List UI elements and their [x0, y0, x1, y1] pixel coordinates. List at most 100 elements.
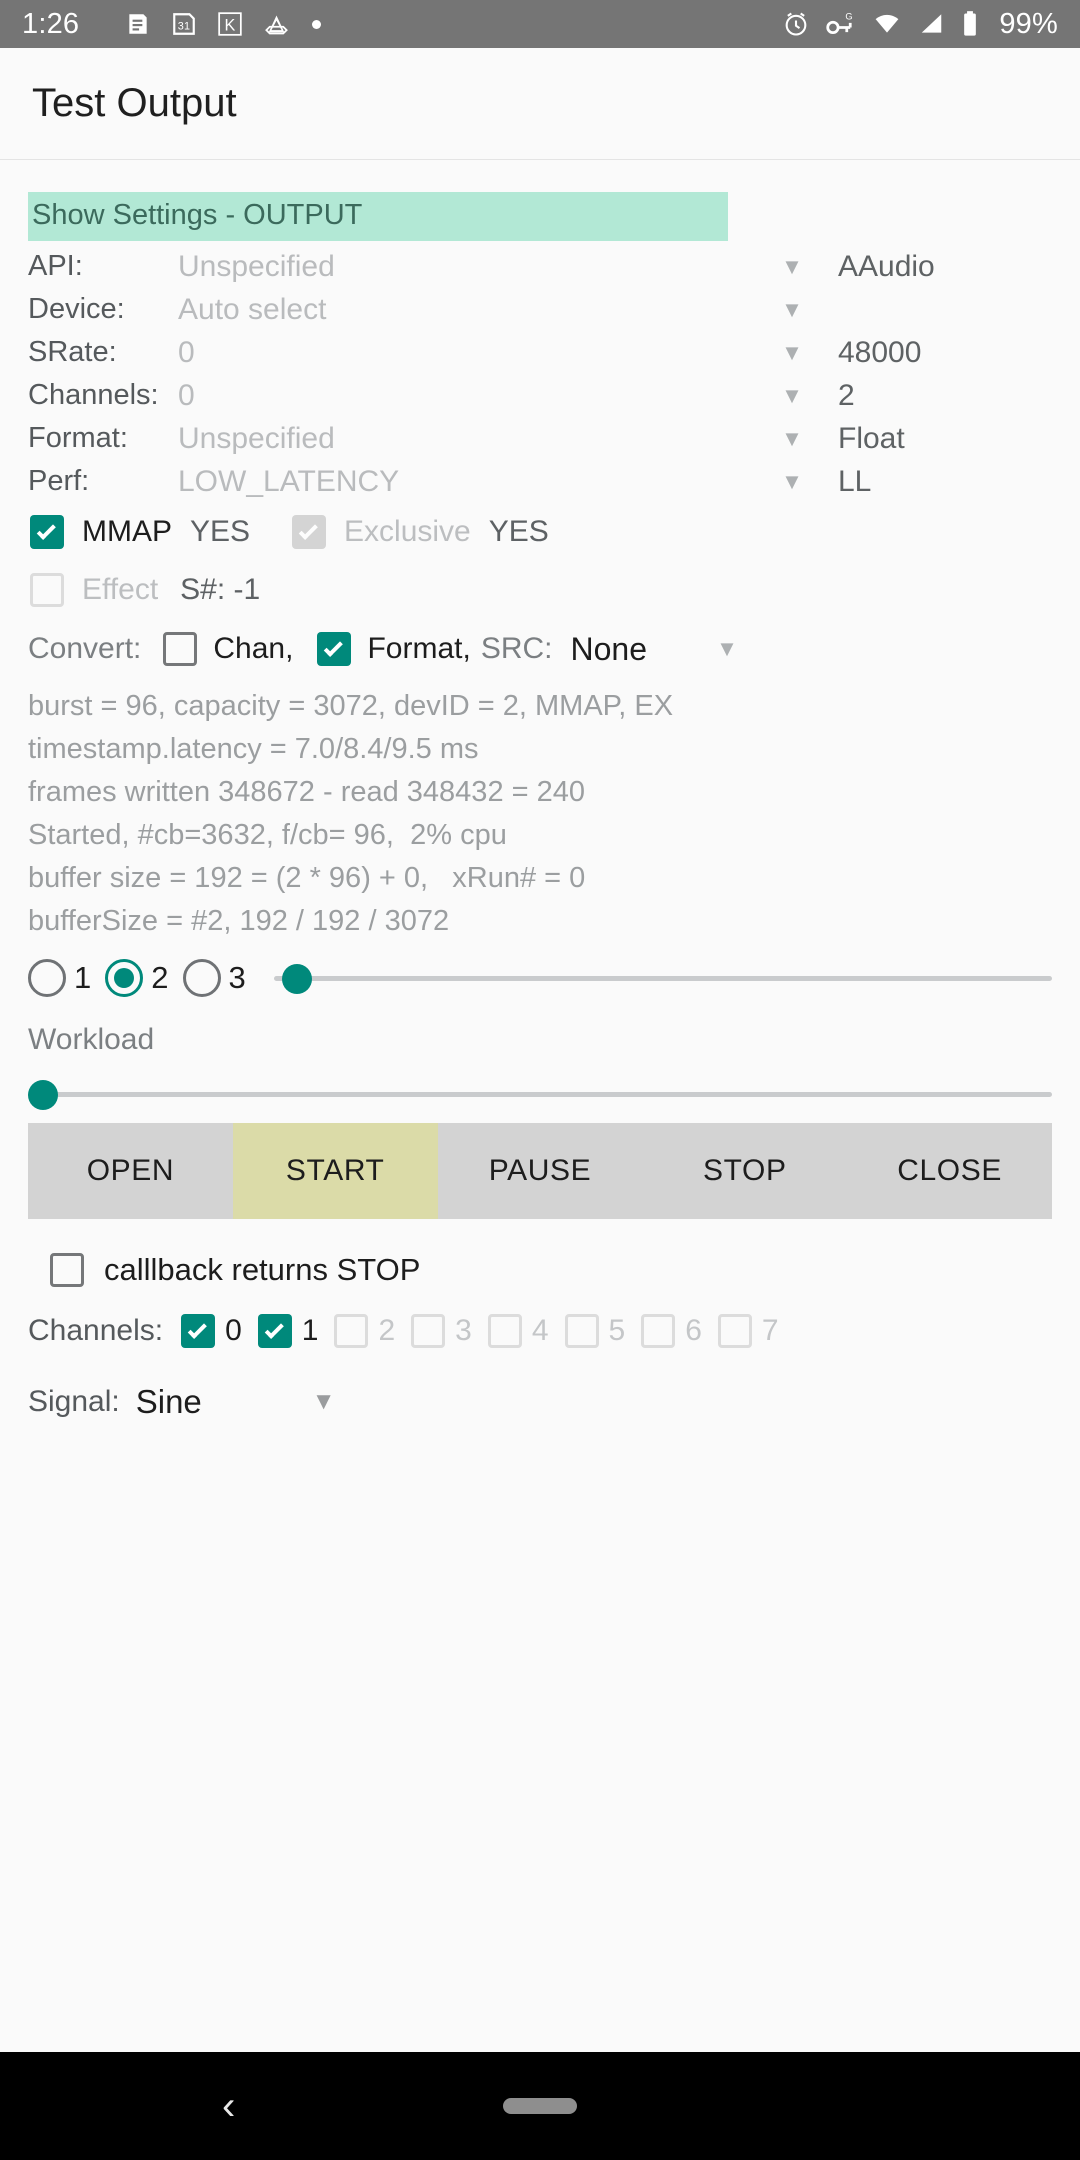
exclusive-checkbox [292, 515, 327, 549]
workload-slider[interactable] [28, 1075, 1052, 1113]
status-line: burst = 96, capacity = 3072, devID = 2, … [28, 690, 674, 722]
chevron-down-icon[interactable]: ▼ [762, 255, 822, 278]
battery-icon [961, 10, 979, 38]
convert-format-checkbox[interactable] [317, 632, 352, 666]
buffer-burst-row: 1 2 3 [0, 943, 1080, 1005]
status-clock: 1:26 [22, 7, 80, 40]
calendar-31-icon: 31 [171, 11, 197, 37]
setting-value-api[interactable]: Unspecified [150, 250, 762, 284]
effect-checkbox [30, 573, 64, 607]
setting-value-format[interactable]: Unspecified [150, 422, 762, 456]
status-readout: burst = 96, capacity = 3072, devID = 2, … [0, 679, 1080, 943]
channel-checkbox-1[interactable] [257, 1314, 292, 1348]
status-bar-right: G 99% [782, 8, 1058, 41]
signal-value[interactable]: Sine [136, 1383, 202, 1421]
callback-stop-row: calllback returns STOP [0, 1219, 1080, 1295]
src-label: SRC: [480, 632, 553, 665]
signal-label: Signal: [28, 1385, 120, 1418]
setting-value-srate[interactable]: 0 [150, 336, 762, 370]
buffer-radio-3[interactable] [182, 959, 221, 997]
show-settings-banner[interactable]: Show Settings - OUTPUT [28, 192, 728, 241]
home-pill-icon[interactable] [503, 2098, 577, 2114]
status-bar-left: 1:26 31 K [22, 8, 782, 41]
dot-icon [312, 19, 322, 29]
setting-row-api: API: Unspecified ▼ AAudio [28, 245, 1052, 288]
back-icon[interactable]: ‹ [222, 2086, 235, 2126]
callback-stop-checkbox[interactable] [50, 1253, 84, 1287]
channel-checkbox-6 [641, 1314, 676, 1348]
src-value[interactable]: None [571, 631, 648, 668]
alarm-icon [782, 10, 810, 38]
close-button[interactable]: CLOSE [847, 1123, 1052, 1219]
mmap-label: MMAP [82, 515, 172, 548]
battery-percent: 99% [999, 7, 1058, 40]
channel-label-7: 7 [761, 1314, 779, 1347]
signal-row: Signal: Sine ▼ [0, 1361, 1080, 1425]
setting-label-srate: SRate: [28, 336, 117, 368]
channel-checkbox-4 [487, 1314, 522, 1348]
channel-checkbox-5 [564, 1314, 599, 1348]
chevron-down-icon[interactable]: ▼ [762, 384, 822, 407]
main-content: Show Settings - OUTPUT API: Unspecified … [0, 192, 1080, 1425]
android-status-bar: 1:26 31 K G 99% [0, 0, 1080, 48]
channel-label-6: 6 [685, 1314, 702, 1347]
buffer-radio-label-2: 2 [151, 960, 169, 995]
buffer-radio-2[interactable] [105, 959, 144, 997]
pause-button[interactable]: PAUSE [438, 1123, 643, 1219]
status-line: Started, #cb=3632, f/cb= 96, 2% cpu [28, 819, 507, 851]
app-screen: 1:26 31 K G 99% Test Output Show Setting… [0, 0, 1080, 2160]
chevron-down-icon[interactable]: ▼ [697, 638, 757, 660]
convert-chan-checkbox[interactable] [163, 632, 198, 666]
mmap-checkbox[interactable] [30, 515, 64, 549]
effect-label: Effect [82, 573, 159, 606]
open-button[interactable]: OPEN [28, 1123, 233, 1219]
channel-label-4: 4 [531, 1314, 549, 1347]
status-line: buffer size = 192 = (2 * 96) + 0, xRun# … [28, 862, 586, 894]
slider-thumb[interactable] [281, 964, 312, 994]
svg-text:K: K [225, 17, 236, 35]
buffer-size-slider[interactable] [273, 959, 1052, 997]
chevron-down-icon[interactable]: ▼ [762, 341, 822, 364]
callback-stop-label: calllback returns STOP [104, 1252, 421, 1287]
workload-slider-wrap [0, 1057, 1080, 1110]
svg-text:31: 31 [178, 20, 190, 32]
channel-select-row: Channels: 0 1 2 3 4 5 6 7 [0, 1295, 1080, 1361]
chevron-down-icon[interactable]: ▼ [762, 470, 822, 493]
page-title: Test Output [32, 81, 237, 125]
transport-button-bar: OPEN START PAUSE STOP CLOSE [28, 1123, 1052, 1219]
channel-label-0: 0 [225, 1314, 242, 1347]
convert-format-label: Format, [367, 632, 471, 665]
setting-row-channels: Channels: 0 ▼ 2 [28, 374, 1052, 417]
kotlin-k-icon: K [217, 11, 243, 37]
slider-track [273, 976, 1052, 981]
chevron-down-icon[interactable]: ▼ [312, 1390, 336, 1414]
channel-label-3: 3 [455, 1314, 472, 1347]
effect-row: Effect S#: -1 [0, 561, 1080, 619]
slider-thumb[interactable] [28, 1080, 58, 1110]
stop-button[interactable]: STOP [642, 1123, 847, 1219]
workload-label: Workload [28, 1023, 155, 1056]
setting-actual-perf: LL [838, 464, 872, 498]
setting-value-channels[interactable]: 0 [150, 379, 762, 413]
app-bar: Test Output [0, 48, 1080, 160]
setting-value-perf[interactable]: LOW_LATENCY [150, 465, 762, 499]
exclusive-value: YES [488, 515, 549, 548]
buffer-radio-1[interactable] [28, 959, 66, 997]
channel-select-label: Channels: [28, 1314, 164, 1347]
setting-label-api: API: [28, 250, 83, 282]
channel-checkbox-0[interactable] [181, 1314, 216, 1348]
chevron-down-icon[interactable]: ▼ [762, 298, 822, 321]
setting-actual-api: AAudio [838, 249, 935, 283]
channel-label-5: 5 [608, 1314, 626, 1347]
convert-label: Convert: [28, 632, 142, 665]
buffer-radio-label-1: 1 [74, 960, 92, 995]
chevron-down-icon[interactable]: ▼ [762, 427, 822, 450]
setting-value-device[interactable]: Auto select [150, 293, 762, 327]
exclusive-label: Exclusive [344, 515, 471, 548]
settings-list: API: Unspecified ▼ AAudio Device: Auto s… [0, 245, 1080, 503]
start-button[interactable]: START [232, 1123, 438, 1219]
channel-checkbox-3 [411, 1314, 446, 1348]
drive-triangle-icon [263, 11, 290, 38]
convert-chan-label: Chan, [213, 632, 294, 665]
vpn-key-g-icon: G [826, 10, 856, 38]
